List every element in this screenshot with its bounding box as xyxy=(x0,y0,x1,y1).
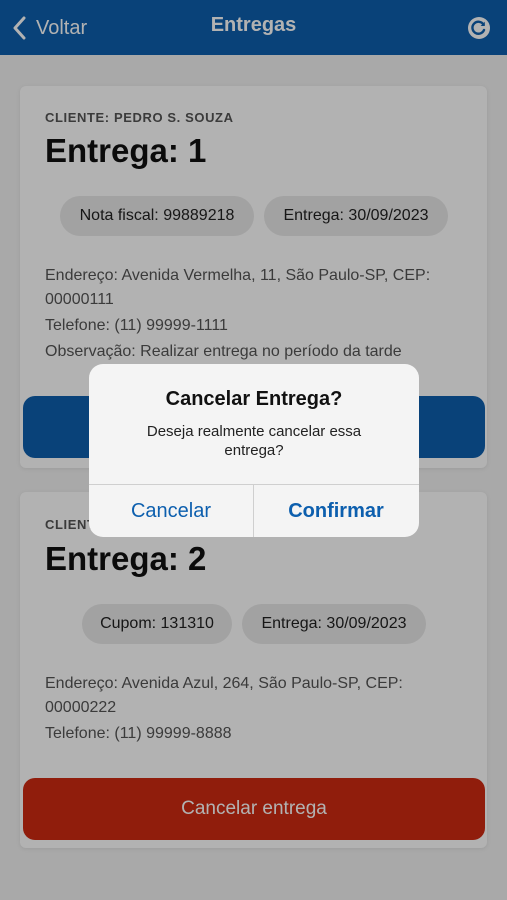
dialog-cancel-button[interactable]: Cancelar xyxy=(89,485,253,537)
dialog-confirm-button[interactable]: Confirmar xyxy=(254,485,418,537)
dialog-message: Deseja realmente cancelar essa entrega? xyxy=(146,423,362,459)
dialog-title: Cancelar Entrega? xyxy=(165,388,343,410)
cancel-dialog: Cancelar Entrega? Deseja realmente cance… xyxy=(89,364,419,537)
